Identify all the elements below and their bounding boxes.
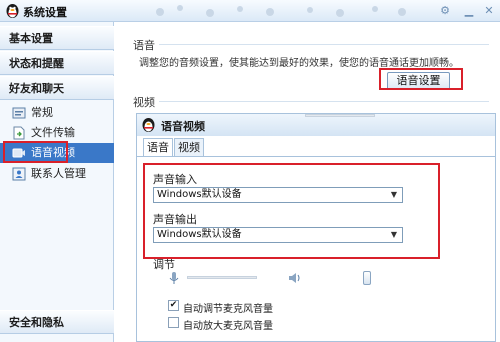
microphone-volume-slider[interactable] xyxy=(187,276,257,279)
section-divider xyxy=(159,44,489,45)
sidebar-item-file-transfer[interactable]: 文件传输 xyxy=(0,123,114,143)
auto-amplify-mic-label: 自动放大麦克风音量 xyxy=(183,321,273,332)
sidebar-item-label: 联系人管理 xyxy=(31,167,86,180)
voice-video-icon xyxy=(12,148,25,158)
qq-penguin-icon xyxy=(6,4,19,18)
tab-voice[interactable]: 语音 xyxy=(143,138,173,157)
voice-section-label: 语音 xyxy=(133,39,155,52)
section-divider xyxy=(159,101,489,102)
voice-video-panel: 语音视频 语音 视频 声音输入 Windows默认设备 ▼ 声音输出 Windo… xyxy=(136,113,496,342)
sidebar-item-label: 语音视频 xyxy=(31,146,75,159)
speaker-icon xyxy=(289,273,300,283)
auto-adjust-mic-checkbox[interactable]: ✔ xyxy=(168,300,179,311)
sound-input-label: 声音输入 xyxy=(153,173,197,186)
settings-icon[interactable]: ⚙ xyxy=(437,3,453,18)
close-icon[interactable]: ✕ xyxy=(481,3,497,18)
contacts-icon xyxy=(12,167,26,181)
general-settings-icon xyxy=(12,107,26,119)
sidebar-header-security[interactable]: 安全和隐私 xyxy=(0,310,114,334)
title-bar: 系统设置 ⚙ ▁ ✕ xyxy=(0,0,500,22)
sidebar-item-general[interactable]: 常规 xyxy=(0,103,114,123)
sound-input-select[interactable]: Windows默认设备 ▼ xyxy=(153,187,403,203)
panel-title-bar: 语音视频 xyxy=(137,114,495,136)
voice-description: 调整您的音频设置，使其能达到最好的效果，使您的语音通话更加顺畅。 xyxy=(139,58,459,69)
speaker-volume-slider[interactable] xyxy=(305,114,375,117)
chevron-down-icon[interactable]: ▼ xyxy=(388,189,400,201)
tab-video[interactable]: 视频 xyxy=(174,138,204,156)
sidebar-item-label: 文件传输 xyxy=(31,126,75,139)
title-bar-decoration xyxy=(156,5,406,17)
auto-adjust-mic-label: 自动调节麦克风音量 xyxy=(183,304,273,315)
auto-amplify-mic-checkbox[interactable] xyxy=(168,317,179,328)
sidebar-header-basic[interactable]: 基本设置 xyxy=(0,26,114,50)
settings-content: 语音 调整您的音频设置，使其能达到最好的效果，使您的语音通话更加顺畅。 语音设置… xyxy=(115,22,500,342)
video-section-label: 视频 xyxy=(133,96,155,109)
sound-output-value: Windows默认设备 xyxy=(157,229,242,240)
settings-sidebar: 基本设置 状态和提醒 好友和聊天 常规 文件传输 语音视频 联系人管理 安全和隐… xyxy=(0,22,114,342)
sound-input-value: Windows默认设备 xyxy=(157,189,242,200)
chevron-down-icon[interactable]: ▼ xyxy=(388,229,400,241)
sidebar-header-friends-chat[interactable]: 好友和聊天 xyxy=(0,76,114,100)
panel-title: 语音视频 xyxy=(161,120,205,133)
file-transfer-icon xyxy=(13,126,25,140)
adjust-label: 调节 xyxy=(153,258,175,271)
qq-penguin-icon xyxy=(142,118,155,132)
tab-divider xyxy=(137,156,495,157)
sidebar-item-label: 常规 xyxy=(31,106,53,119)
sidebar-header-status[interactable]: 状态和提醒 xyxy=(0,51,114,75)
sidebar-item-contacts[interactable]: 联系人管理 xyxy=(0,164,114,184)
minimize-icon[interactable]: ▁ xyxy=(461,3,477,18)
speaker-volume-thumb[interactable] xyxy=(363,271,371,285)
microphone-icon xyxy=(169,272,179,284)
sidebar-item-voice-video[interactable]: 语音视频 xyxy=(0,143,114,163)
sound-output-label: 声音输出 xyxy=(153,213,197,226)
window-title: 系统设置 xyxy=(23,6,67,19)
voice-settings-button[interactable]: 语音设置 xyxy=(387,72,450,90)
sound-output-select[interactable]: Windows默认设备 ▼ xyxy=(153,227,403,243)
